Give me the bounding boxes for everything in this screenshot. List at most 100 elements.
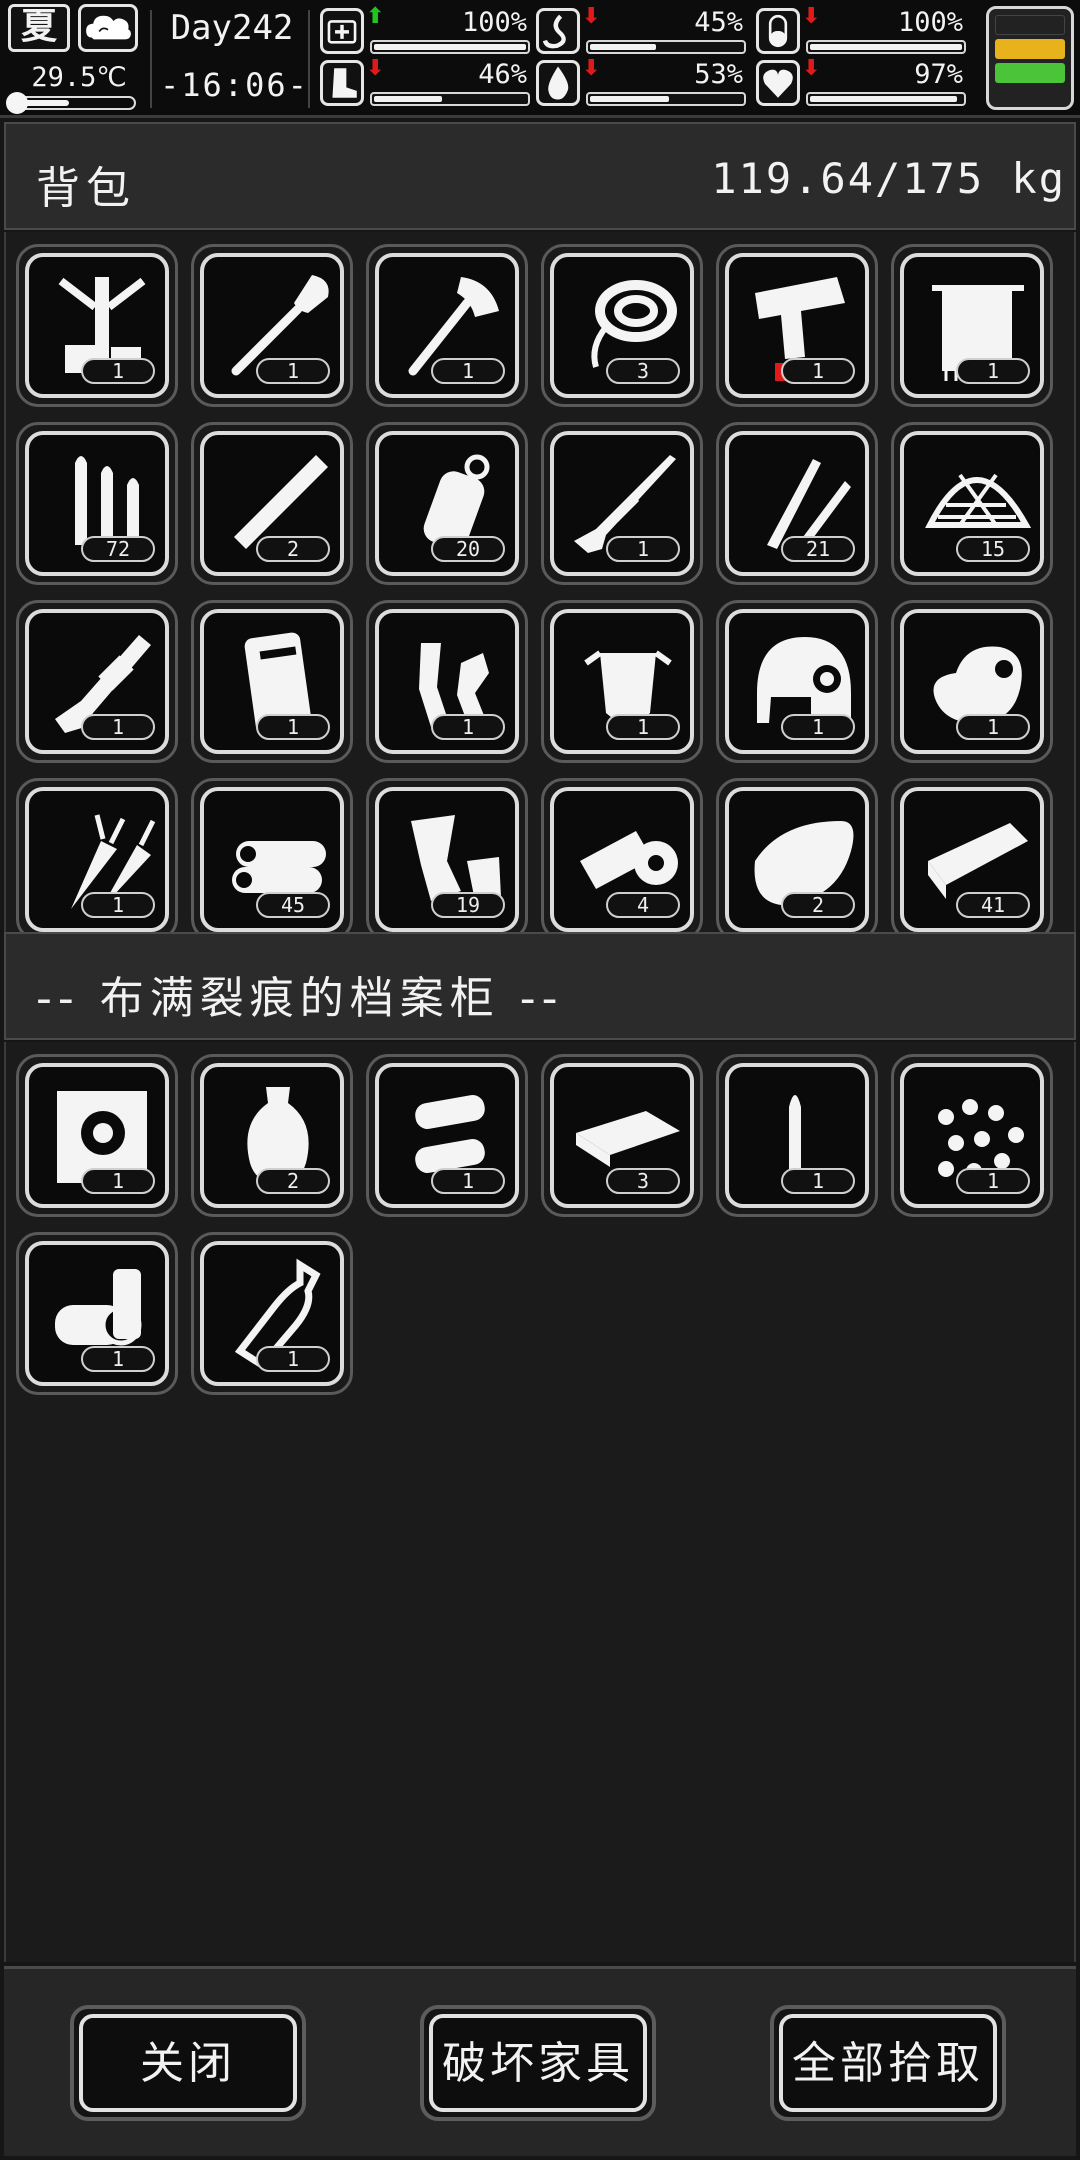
item-slot[interactable]: 1 (541, 422, 703, 585)
item-slot[interactable]: 45 (191, 778, 353, 932)
item-slot-frame: 3 (550, 253, 694, 398)
stat-hunger-bar (586, 40, 746, 54)
stat-stamina-bar (370, 92, 530, 106)
stat-hunger-bar-fill (590, 44, 657, 50)
item-slot-frame: 1 (25, 787, 169, 932)
stat-thirst-value: 53% (694, 59, 743, 90)
stat-mood-bar (806, 92, 966, 106)
item-slot-frame: 1 (900, 253, 1044, 398)
stat-stamina-bar-fill (374, 96, 442, 102)
arrow-down-icon: ⬇ (366, 56, 385, 81)
arrow-down-icon: ⬇ (802, 4, 821, 29)
item-slot[interactable]: 1 (891, 600, 1053, 763)
item-slot[interactable]: 1 (16, 1054, 178, 1217)
item-slot[interactable]: 1 (366, 1054, 528, 1217)
close-button-label: 关闭 (79, 2014, 297, 2112)
item-slot[interactable]: 2 (716, 778, 878, 932)
item-slot[interactable]: 1 (191, 244, 353, 407)
take-all-button[interactable]: 全部拾取 (770, 2005, 1006, 2121)
item-slot[interactable]: 41 (891, 778, 1053, 932)
item-slot[interactable]: 1 (16, 244, 178, 407)
item-count: 21 (781, 536, 855, 562)
item-slot-frame: 1 (725, 1063, 869, 1208)
item-slot-frame: 1 (725, 253, 869, 398)
close-button[interactable]: 关闭 (70, 2005, 306, 2121)
item-count: 4 (606, 892, 680, 918)
temperature-readout: 29.5℃ (31, 62, 127, 93)
stat-hunger-value: 45% (694, 7, 743, 38)
stat-stamina: ⬇ 46% (320, 58, 535, 108)
stat-stamina-value: 46% (478, 59, 527, 90)
item-slot-frame: 1 (200, 253, 344, 398)
item-slot-frame: 1 (375, 1063, 519, 1208)
item-slot[interactable]: 1 (366, 600, 528, 763)
item-count: 1 (606, 536, 680, 562)
stat-thirst-bar-fill (590, 96, 669, 102)
backpack-header: 背包 119.64/175 kg (4, 122, 1076, 230)
stat-health: ⬆ 100% (320, 6, 535, 56)
item-count: 1 (956, 1168, 1030, 1194)
item-slot[interactable]: 72 (16, 422, 178, 585)
item-slot[interactable]: 2 (191, 422, 353, 585)
item-count: 1 (606, 714, 680, 740)
item-count: 1 (781, 714, 855, 740)
item-slot-frame: 1 (550, 431, 694, 576)
item-slot[interactable]: 1 (716, 600, 878, 763)
item-slot[interactable]: 15 (891, 422, 1053, 585)
item-count: 2 (256, 1168, 330, 1194)
item-slot[interactable]: 1 (16, 778, 178, 932)
item-count: 1 (431, 1168, 505, 1194)
item-slot[interactable]: 1 (366, 244, 528, 407)
item-count: 1 (781, 1168, 855, 1194)
item-slot[interactable]: 4 (541, 778, 703, 932)
item-slot[interactable]: 20 (366, 422, 528, 585)
heart-icon (756, 60, 800, 106)
item-slot[interactable]: 2 (191, 1054, 353, 1217)
item-slot[interactable]: 21 (716, 422, 878, 585)
arrow-down-icon: ⬇ (582, 4, 601, 29)
container-grid-area[interactable]: 1 2 1 3 1 1 1 1 (4, 1042, 1076, 1962)
pill-capsule-icon (756, 8, 800, 54)
item-count: 45 (256, 892, 330, 918)
container-title: -- 布满裂痕的档案柜 -- (36, 973, 564, 1024)
stat-mood-value: 97% (914, 59, 963, 90)
water-drop-icon (536, 60, 580, 106)
stat-health-bar (370, 40, 530, 54)
item-slot-frame: 1 (200, 1241, 344, 1386)
item-count: 1 (956, 714, 1030, 740)
item-slot-frame: 1 (25, 253, 169, 398)
item-slot[interactable]: 1 (891, 244, 1053, 407)
item-slot[interactable]: 1 (191, 1232, 353, 1395)
item-count: 1 (256, 714, 330, 740)
season-badge: 夏 (8, 4, 70, 52)
item-count: 1 (256, 1346, 330, 1372)
stat-medicine-bar (806, 40, 966, 54)
item-slot[interactable]: 3 (541, 244, 703, 407)
stat-health-bar-fill (374, 44, 526, 50)
item-slot[interactable]: 1 (191, 600, 353, 763)
item-slot[interactable]: 1 (716, 1054, 878, 1217)
destroy-furniture-button[interactable]: 破坏家具 (420, 2005, 656, 2121)
item-slot-frame: 1 (900, 1063, 1044, 1208)
item-count: 19 (431, 892, 505, 918)
item-slot[interactable]: 1 (16, 600, 178, 763)
item-slot-frame: 1 (550, 609, 694, 754)
battery-indicator[interactable] (986, 6, 1074, 110)
item-count: 2 (781, 892, 855, 918)
item-slot[interactable]: 1 (541, 600, 703, 763)
stomach-icon (536, 8, 580, 54)
item-count: 3 (606, 358, 680, 384)
item-slot[interactable]: 19 (366, 778, 528, 932)
boot-icon (320, 60, 364, 106)
backpack-grid-area[interactable]: 1 1 1 3 1 1 72 2 20 1 21 15 1 1 1 1 1 1 … (4, 232, 1076, 932)
item-slot[interactable]: 3 (541, 1054, 703, 1217)
item-slot-frame: 72 (25, 431, 169, 576)
item-slot-frame: 45 (200, 787, 344, 932)
stat-medicine-value: 100% (897, 7, 963, 38)
item-slot-frame: 1 (25, 609, 169, 754)
game-clock: -16:06- (160, 66, 309, 104)
item-slot[interactable]: 1 (16, 1232, 178, 1395)
item-slot[interactable]: 1 (891, 1054, 1053, 1217)
item-slot-frame: 1 (25, 1241, 169, 1386)
item-slot[interactable]: 1 (716, 244, 878, 407)
